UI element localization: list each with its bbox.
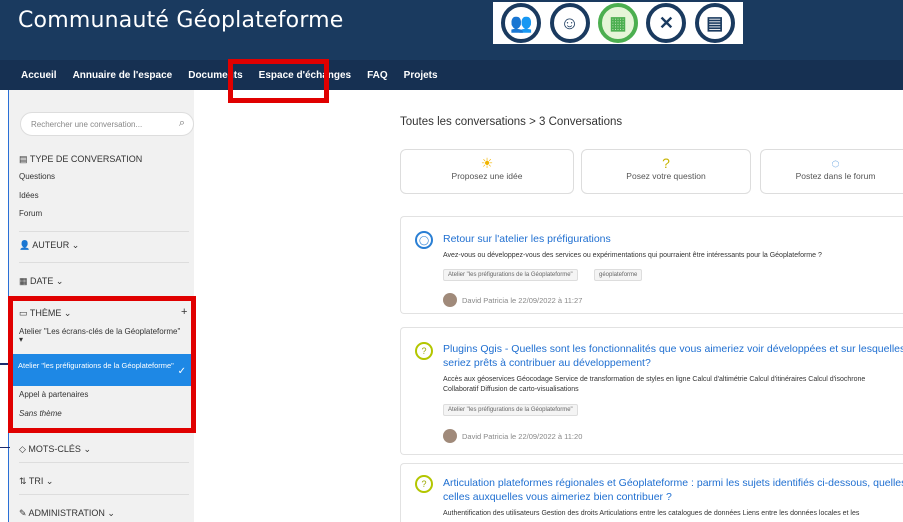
annotation-line	[0, 447, 10, 448]
conversation-card[interactable]: ◯ Retour sur l'atelier les préfiguration…	[400, 216, 903, 314]
filter-type-heading[interactable]: ▤ TYPE DE CONVERSATION	[19, 154, 142, 165]
filter-theme-appel[interactable]: Appel à partenaires	[19, 390, 88, 399]
conversation-title-cont[interactable]: celles auxquelles vous aimeriez bien con…	[443, 490, 672, 504]
lightbulb-icon: ☀	[480, 155, 494, 171]
divider	[19, 494, 189, 495]
conversation-desc: Avez-vous ou développez-vous des service…	[443, 252, 822, 259]
chat-icon: ◯	[415, 231, 433, 249]
avatar	[443, 293, 457, 307]
document-logo: ▤	[694, 3, 735, 43]
divider	[19, 462, 189, 463]
filter-sidebar: Rechercher une conversation... ⌕ ▤ TYPE …	[8, 90, 194, 522]
nav-accueil[interactable]: Accueil	[21, 70, 57, 81]
filter-type-idees[interactable]: Idées	[19, 191, 39, 200]
filter-type-forum[interactable]: Forum	[19, 209, 42, 218]
tag[interactable]: Atelier "les préfigurations de la Géopla…	[443, 404, 578, 416]
site-title: Communauté Géoplateforme	[18, 8, 344, 33]
group-logo: 👥	[501, 3, 542, 43]
admin-heading[interactable]: ✎ ADMINISTRATION ⌄	[19, 508, 115, 519]
nav-documents[interactable]: Documents	[188, 70, 242, 81]
conversation-desc: Accès aux géoservices Géocodage Service …	[443, 376, 866, 383]
ask-question-button[interactable]: ? Posez votre question	[581, 149, 751, 194]
add-theme-icon[interactable]: +	[181, 306, 187, 318]
nav-projets[interactable]: Projets	[404, 70, 438, 81]
filter-type-questions[interactable]: Questions	[19, 172, 55, 181]
filter-author-heading[interactable]: 👤 AUTEUR ⌄	[19, 240, 79, 251]
breadcrumb: Toutes les conversations > 3 Conversatio…	[400, 116, 623, 128]
search-placeholder: Rechercher une conversation...	[31, 119, 143, 129]
divider	[19, 296, 189, 297]
header: Communauté Géoplateforme 👥 ☺ ▦ ✕ ▤	[0, 0, 903, 60]
conversation-card[interactable]: ? Plugins Qgis - Quelles sont les foncti…	[400, 327, 903, 455]
tag[interactable]: Atelier "les préfigurations de la Géopla…	[443, 269, 578, 281]
conversation-title-cont[interactable]: seriez prêts à contribuer au développeme…	[443, 356, 651, 370]
conversation-title[interactable]: Retour sur l'atelier les préfigurations	[443, 232, 611, 246]
conversation-desc-cont: Collaboratif Diffusion de carto-visualis…	[443, 386, 579, 393]
divider	[19, 262, 189, 263]
filter-theme-ecrans[interactable]: Atelier "Les écrans-clés de la Géoplatef…	[19, 327, 180, 336]
filter-date-heading[interactable]: ▦ DATE ⌄	[19, 276, 63, 287]
propose-idea-button[interactable]: ☀ Proposez une idée	[400, 149, 574, 194]
search-input[interactable]: Rechercher une conversation... ⌕	[20, 112, 194, 136]
annotation-arrow	[0, 363, 8, 365]
main-nav: Accueil Annuaire de l'espace Documents E…	[0, 60, 903, 90]
tools-logo: ✕	[646, 3, 687, 43]
sort-heading[interactable]: ⇅ TRI ⌄	[19, 476, 53, 487]
conversation-card[interactable]: ? Articulation plateformes régionales et…	[400, 463, 903, 522]
question-icon: ?	[415, 342, 433, 360]
chat-icon: ◌	[831, 155, 840, 171]
nav-espace-echanges[interactable]: Espace d'échanges	[259, 70, 351, 81]
logo-banner: 👥 ☺ ▦ ✕ ▤	[493, 2, 743, 44]
forum-post-button[interactable]: ◌ Postez dans le forum	[760, 149, 903, 194]
tag[interactable]: géoplateforme	[594, 269, 643, 281]
author: David Patricia le 22/09/2022 à 11:27	[443, 293, 582, 307]
filter-theme-sans[interactable]: Sans thème	[19, 409, 62, 418]
divider	[19, 231, 189, 232]
page: Communauté Géoplateforme 👥 ☺ ▦ ✕ ▤ Accue…	[0, 0, 903, 522]
author: David Patricia le 22/09/2022 à 11:20	[443, 429, 582, 443]
filter-theme-heading[interactable]: ▭ THÈME ⌄	[19, 308, 71, 319]
smile-logo: ☺	[549, 3, 590, 43]
filter-keywords-heading[interactable]: ◇ MOTS-CLÉS ⌄	[19, 444, 91, 455]
filter-theme-prefigurations-selected[interactable]: Atelier "les préfigurations de la Géopla…	[8, 354, 194, 386]
nav-faq[interactable]: FAQ	[367, 70, 388, 81]
question-icon: ?	[415, 475, 433, 493]
search-icon: ⌕	[178, 117, 185, 129]
conversation-title[interactable]: Plugins Qgis - Quelles sont les fonction…	[443, 342, 903, 356]
question-icon: ?	[662, 155, 670, 171]
chevron-down-icon[interactable]: ▾	[19, 335, 23, 344]
conversation-title[interactable]: Articulation plateformes régionales et G…	[443, 476, 903, 490]
nav-annuaire[interactable]: Annuaire de l'espace	[73, 70, 173, 81]
conversation-desc: Authentification des utilisateurs Gestio…	[443, 510, 860, 517]
avatar	[443, 429, 457, 443]
check-icon: ✓	[177, 366, 186, 377]
calendar-logo: ▦	[597, 3, 638, 43]
